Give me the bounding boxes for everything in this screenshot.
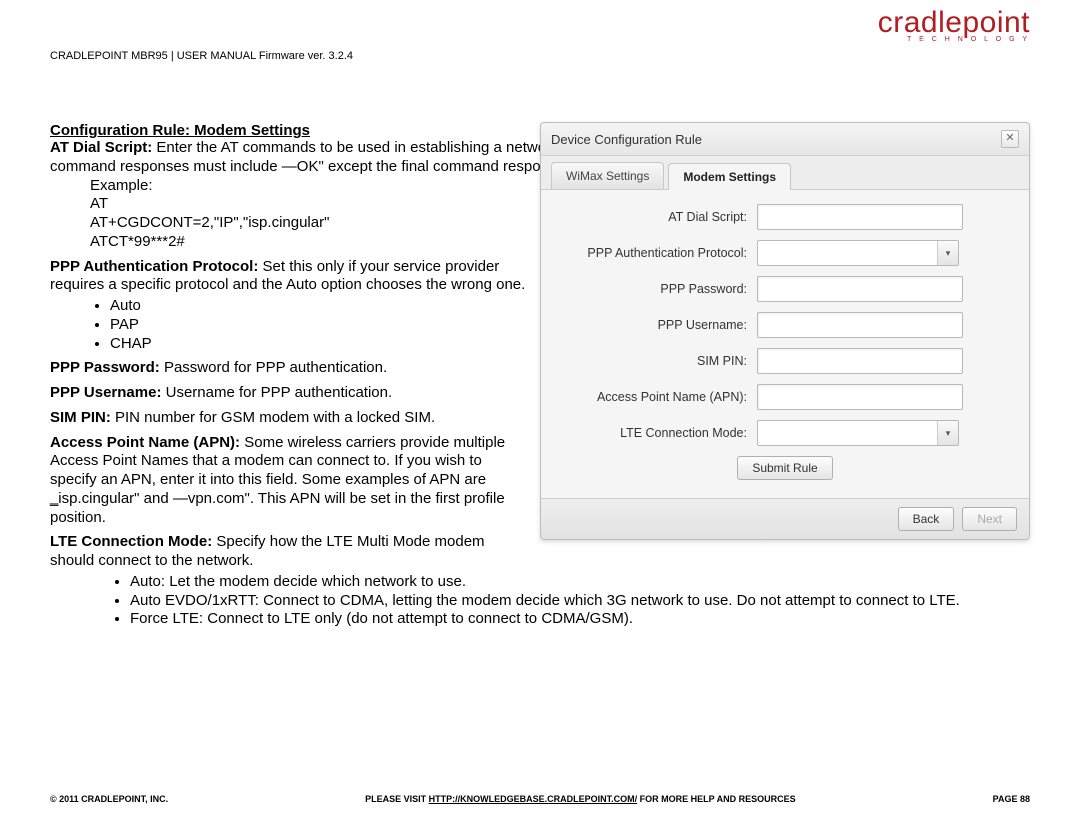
logo-text: cradlepoint [878,6,1030,39]
input-sim-pin[interactable] [757,348,963,374]
label-at-dial: AT Dial Script: [557,210,757,225]
close-icon[interactable]: ✕ [1001,130,1019,148]
input-ppp-pass[interactable] [757,276,963,302]
next-button[interactable]: Next [962,507,1017,531]
sim-pin-paragraph: SIM PIN: PIN number for GSM modem with a… [50,409,530,428]
label-sim-pin: SIM PIN: [557,354,757,369]
footer-right: PAGE 88 [993,794,1030,804]
brand-logo: cradlepoint T E C H N O L O G Y [865,6,1030,43]
page-footer: © 2011 CRADLEPOINT, INC. PLEASE VISIT HT… [50,794,1030,804]
dialog-title-text: Device Configuration Rule [551,132,702,147]
select-lte[interactable]: ▾ [757,420,959,446]
dialog-titlebar: Device Configuration Rule ✕ [541,123,1029,156]
chevron-down-icon: ▾ [937,241,958,265]
dialog-tabs: WiMax Settings Modem Settings [541,156,1029,190]
lte-paragraph: LTE Connection Mode: Specify how the LTE… [50,533,530,571]
footer-left: © 2011 CRADLEPOINT, INC. [50,794,168,804]
at-dial-label: AT Dial Script: [50,139,152,156]
example-block: Example: AT AT+CGDCONT=2,"IP","isp.cingu… [90,177,530,252]
submit-rule-button[interactable]: Submit Rule [737,456,832,480]
label-ppp-user: PPP Username: [557,318,757,333]
input-at-dial[interactable] [757,204,963,230]
doc-header: CRADLEPOINT MBR95 | USER MANUAL Firmware… [50,50,1030,62]
tab-modem-settings[interactable]: Modem Settings [668,163,791,190]
tab-wimax-settings[interactable]: WiMax Settings [551,162,664,189]
apn-paragraph: Access Point Name (APN): Some wireless c… [50,434,530,528]
label-lte: LTE Connection Mode: [557,426,757,441]
device-config-dialog: Device Configuration Rule ✕ WiMax Settin… [540,122,1030,540]
select-ppp-auth[interactable]: ▾ [757,240,959,266]
chevron-down-icon: ▾ [937,421,958,445]
label-ppp-auth: PPP Authentication Protocol: [557,246,757,261]
input-ppp-user[interactable] [757,312,963,338]
lte-list: Auto: Let the modem decide which network… [110,573,1030,629]
footer-mid: PLEASE VISIT HTTP://KNOWLEDGEBASE.CRADLE… [365,794,796,804]
ppp-username-paragraph: PPP Username: Username for PPP authentic… [50,384,530,403]
label-ppp-pass: PPP Password: [557,282,757,297]
label-apn: Access Point Name (APN): [557,390,757,405]
ppp-auth-list: Auto PAP CHAP [90,297,530,353]
input-apn[interactable] [757,384,963,410]
ppp-password-paragraph: PPP Password: Password for PPP authentic… [50,359,530,378]
footer-link[interactable]: HTTP://KNOWLEDGEBASE.CRADLEPOINT.COM/ [429,794,638,804]
ppp-auth-paragraph: PPP Authentication Protocol: Set this on… [50,258,530,296]
back-button[interactable]: Back [898,507,955,531]
